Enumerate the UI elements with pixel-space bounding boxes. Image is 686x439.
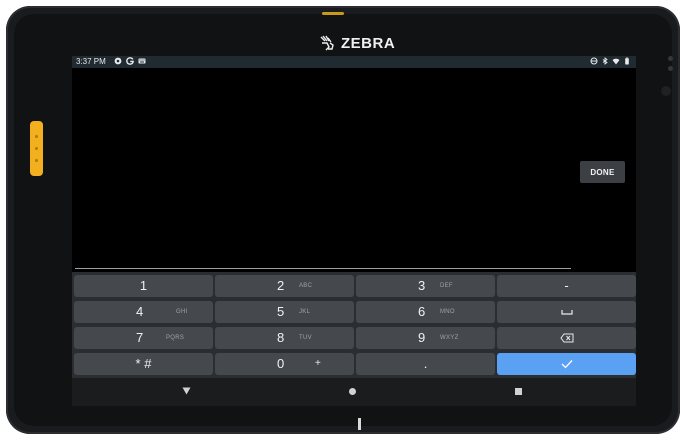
- key-7[interactable]: 7 PQRS: [74, 327, 213, 349]
- sensor-dot: [668, 66, 673, 71]
- navigation-bar: [72, 378, 636, 406]
- wifi-icon: [612, 58, 620, 65]
- key-backspace[interactable]: [497, 327, 636, 349]
- side-scan-button[interactable]: [30, 121, 43, 176]
- key-decimal[interactable]: .: [356, 353, 495, 375]
- key-minus[interactable]: -: [497, 275, 636, 297]
- data-sync-icon: [590, 57, 598, 65]
- key-0[interactable]: 0 +: [215, 353, 354, 375]
- key-8[interactable]: 8 TUV: [215, 327, 354, 349]
- checkmark-icon: [561, 360, 572, 369]
- scan-button-dot: [35, 147, 38, 150]
- status-icons-left: [114, 57, 146, 65]
- keyboard-icon: [138, 58, 146, 64]
- recents-icon[interactable]: [515, 388, 522, 395]
- key-2[interactable]: 2 ABC: [215, 275, 354, 297]
- settings-gear-icon: [114, 57, 122, 65]
- numeric-keyboard: 1 2 ABC 3 DEF - 4 GHI 5 JKL 6 MNO 7 PQRS…: [72, 272, 636, 378]
- status-icons-right: [590, 57, 631, 65]
- brand-name: ZEBRA: [341, 34, 396, 52]
- backspace-icon: [559, 333, 573, 343]
- key-4[interactable]: 4 GHI: [74, 301, 213, 323]
- key-1[interactable]: 1: [74, 275, 213, 297]
- key-star-hash[interactable]: * #: [74, 353, 213, 375]
- key-space[interactable]: [497, 301, 636, 323]
- front-camera: [661, 86, 671, 96]
- top-sensor-accent: [322, 12, 344, 15]
- sensor-dot: [668, 56, 673, 61]
- google-g-icon: [126, 57, 134, 65]
- status-time: 3:37 PM: [76, 57, 106, 66]
- battery-icon: [625, 57, 629, 65]
- space-bar-icon: [560, 310, 573, 315]
- sensor-dots: [668, 56, 673, 76]
- key-confirm[interactable]: [497, 353, 636, 375]
- text-input-underline[interactable]: [75, 268, 571, 269]
- key-6[interactable]: 6 MNO: [356, 301, 495, 323]
- key-9[interactable]: 9 WXYZ: [356, 327, 495, 349]
- done-button[interactable]: DONE: [580, 161, 625, 183]
- status-bar: 3:37 PM: [72, 56, 636, 68]
- tablet-screen: 3:37 PM DONE 1 2 ABC 3 DEF - 4 GHI 5 JKL…: [72, 56, 636, 406]
- zebra-logo: ZEBRA: [319, 31, 395, 55]
- scan-button-dot: [35, 135, 38, 138]
- back-icon[interactable]: [182, 387, 191, 395]
- scan-button-dot: [35, 159, 38, 162]
- zebra-head-icon: [320, 35, 334, 51]
- key-5[interactable]: 5 JKL: [215, 301, 354, 323]
- home-icon[interactable]: [349, 388, 356, 395]
- bluetooth-icon: [602, 57, 608, 65]
- bottom-connector: [358, 418, 361, 430]
- key-3[interactable]: 3 DEF: [356, 275, 495, 297]
